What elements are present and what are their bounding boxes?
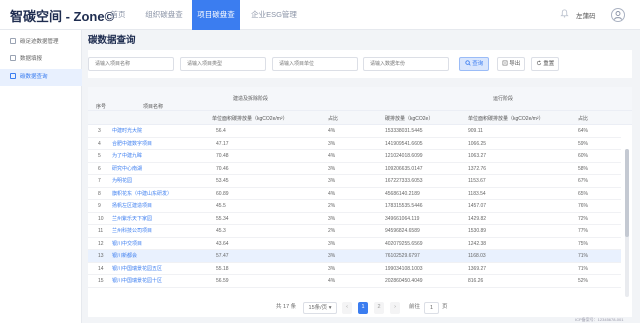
scrollbar-thumb[interactable] [625, 149, 629, 237]
tab-home[interactable]: 首页 [98, 0, 138, 30]
avatar[interactable] [611, 8, 625, 22]
pagination-total: 共 17 条 [276, 304, 297, 310]
project-unit-input[interactable] [272, 57, 358, 71]
tab-esg-management[interactable]: 企业ESG管理 [242, 0, 306, 30]
table-row[interactable]: 9 扬帆左区建造项目 45.5 2% 178315535.5446 1457.0… [88, 200, 621, 213]
footer-watermark: ICP备案号：12345678-001 [575, 317, 624, 322]
header-operation-emission: 碳排放量（kgCO2e） [385, 116, 434, 122]
sidebar-item-label: 数据填报 [20, 56, 43, 62]
header-construction-intensity: 单位面积碳排放量（kgCO2e/m²） [212, 116, 288, 122]
table-row[interactable]: 4 合肥中建数字项目 47.17 3% 141909541.6605 1066.… [88, 138, 621, 150]
project-type-input[interactable] [180, 57, 266, 71]
table-row[interactable]: 11 兰州科技公司项目 45.3 2% 94596824.6589 1530.8… [88, 225, 621, 238]
table-header-group-row: 序号 项目名称 建造及拆除阶段 运行阶段 [88, 87, 632, 111]
top-navigation-bar: 智碳空间 - Zone© 首页 组织碳盘查 项目碳盘查 企业ESG管理 左蒲码 [0, 0, 640, 30]
goto-label: 前往 [409, 304, 421, 310]
table-row[interactable]: 12 银川中交项目 43.64 3% 402079255.6569 1242.3… [88, 238, 621, 250]
table-scrollbar[interactable] [625, 149, 629, 297]
sidebar-item-carbon-footprint[interactable]: 碳足迹数据管理 [0, 34, 82, 51]
page-button-2[interactable]: 2 [374, 302, 384, 314]
table-row[interactable]: 5 为了中建九眸 70.48 4% 121024018.6099 1063.27… [88, 150, 621, 163]
sidebar-item-data-entry[interactable]: 数据填报 [0, 51, 82, 68]
menu-icon [10, 73, 16, 79]
page-title: 碳数据查询 [88, 35, 136, 46]
table-row-selected[interactable]: 13 银川新都会 57.47 3% 76102529.6797 1168.03 … [88, 250, 621, 263]
sidebar-item-carbon-query[interactable]: 碳数据查询 [0, 69, 82, 86]
header-construction-phase: 建造及拆除阶段 [233, 96, 269, 102]
header-operation-share: 占比 [578, 116, 589, 122]
page-suffix: 页 [442, 304, 448, 310]
chevron-down-icon: ▾ [328, 305, 332, 311]
filter-bar: 查询 导出 重置 [88, 50, 632, 78]
table-row[interactable]: 10 兰州紫乐天下家园 55.34 3% 349661064.119 1429.… [88, 213, 621, 225]
refresh-icon [536, 60, 541, 66]
table-row[interactable]: 14 银川中国瑞景花园五区 55.18 3% 199034108.1003 13… [88, 263, 621, 275]
table-row[interactable]: 6 研究中心南湖 70.46 3% 109206635.0147 1372.76… [88, 163, 621, 175]
header-operation-phase: 运行阶段 [493, 96, 514, 102]
tab-org-carbon-inventory[interactable]: 组织碳盘查 [136, 0, 192, 30]
data-year-input[interactable] [363, 57, 449, 71]
reset-button[interactable]: 重置 [531, 57, 559, 71]
table-row[interactable]: 8 旗帜花东（中建山东研发） 60.89 4% 45686140.2189 11… [88, 188, 621, 200]
user-name[interactable]: 左蒲码 [576, 10, 596, 20]
table-row[interactable]: 3 中建时光大院 56.4 4% 153338031.5445 909.11 6… [88, 125, 621, 138]
bell-icon[interactable] [560, 9, 569, 20]
search-button[interactable]: 查询 [459, 57, 489, 71]
page-size-select[interactable]: 15条/页 ▾ [303, 302, 337, 314]
goto-page-input[interactable]: 1 [424, 302, 439, 314]
project-name-input[interactable] [88, 57, 174, 71]
tab-project-carbon-inventory[interactable]: 项目碳盘查 [192, 0, 240, 30]
export-button[interactable]: 导出 [497, 57, 525, 71]
carbon-data-table: 序号 项目名称 建造及拆除阶段 运行阶段 单位面积碳排放量（kgCO2e/m²）… [88, 87, 632, 317]
search-icon [465, 60, 471, 66]
header-index: 序号 [96, 104, 107, 110]
menu-icon [10, 55, 16, 61]
header-operation-intensity: 单位面积碳排放量（kgCO2e/m²） [468, 116, 544, 122]
table-row[interactable]: 7 为明花园 53.45 3% 167227333.6053 1153.67 6… [88, 175, 621, 188]
page-button-1[interactable]: 1 [358, 302, 368, 314]
table-header-sub-row: 单位面积碳排放量（kgCO2e/m²） 占比 碳排放量（kgCO2e） 单位面积… [88, 111, 632, 125]
next-page-button[interactable]: › [390, 302, 400, 314]
export-icon [502, 60, 508, 66]
pagination: 共 17 条 15条/页 ▾ ‹ 1 2 › 前往 1 页 [88, 299, 632, 317]
header-construction-share: 占比 [328, 116, 339, 122]
menu-icon [10, 38, 16, 44]
table-row[interactable]: 15 银川中国瑞景花园十区 56.59 4% 202860450.4049 81… [88, 275, 621, 288]
sidebar: 碳足迹数据管理 数据填报 碳数据查询 [0, 30, 82, 323]
sidebar-item-label: 碳数据查询 [20, 74, 48, 80]
header-project-name: 项目名称 [143, 104, 164, 110]
sidebar-item-label: 碳足迹数据管理 [20, 39, 59, 45]
prev-page-button[interactable]: ‹ [342, 302, 352, 314]
